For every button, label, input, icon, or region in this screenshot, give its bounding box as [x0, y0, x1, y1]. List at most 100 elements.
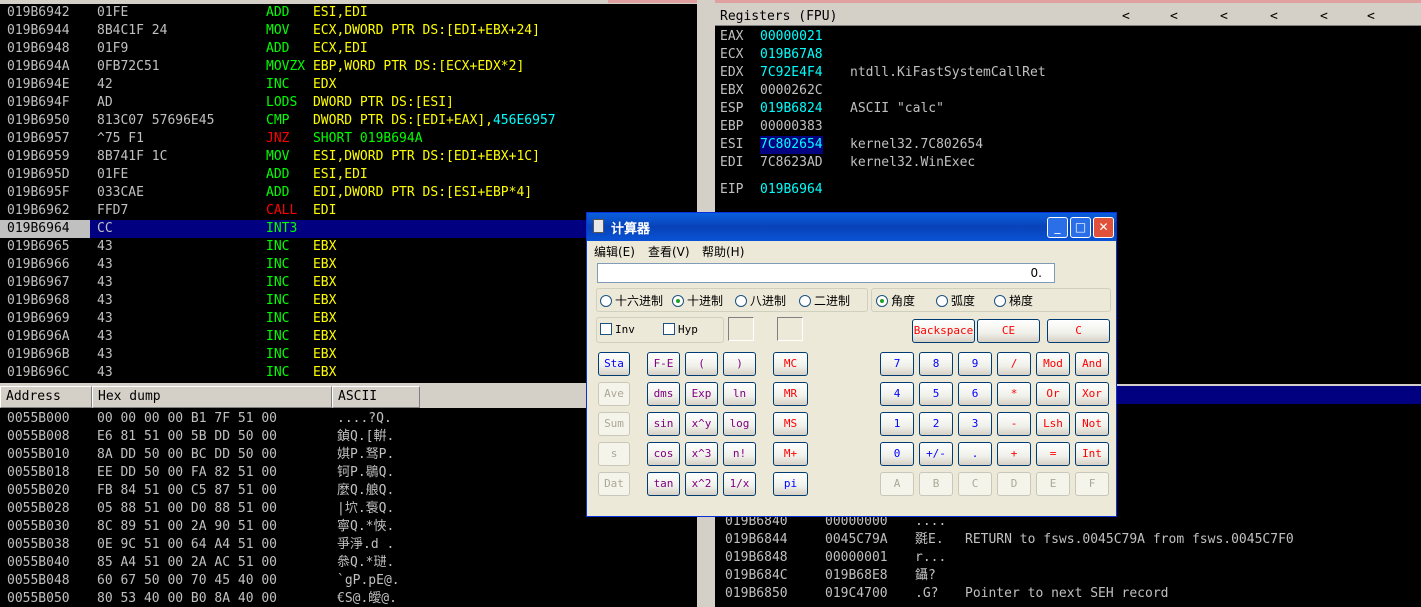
disasm-address: 019B696A: [7, 329, 70, 344]
angle-radio[interactable]: 角度: [876, 292, 915, 309]
menu-edit[interactable]: 编辑(E): [594, 243, 635, 260]
keypad-button[interactable]: Or: [1036, 382, 1070, 406]
angle-radio[interactable]: 梯度: [994, 292, 1033, 309]
scientific-button[interactable]: sin: [647, 412, 680, 436]
keypad-button[interactable]: Xor: [1075, 382, 1109, 406]
radix-radio[interactable]: 十六进制: [600, 292, 663, 309]
clear-button[interactable]: C: [1047, 319, 1110, 343]
disasm-row[interactable]: 019B6948 01F9 ADD ECX,EDI: [0, 40, 697, 58]
memory-button[interactable]: M+: [773, 442, 808, 466]
keypad-button[interactable]: =: [1036, 442, 1070, 466]
keypad-button[interactable]: 1: [880, 412, 914, 436]
calculator-window[interactable]: 计算器 _ □ ✕ 编辑(E) 查看(V) 帮助(H) 0. 十六进制 十进制 八进…: [586, 212, 1117, 517]
scientific-button[interactable]: 1/x: [723, 472, 756, 496]
keypad-button[interactable]: .: [958, 442, 992, 466]
scientific-button[interactable]: (: [685, 352, 718, 376]
disasm-row[interactable]: 019B6959 8B741F 1C MOV ESI,DWORD PTR DS:[E…: [0, 148, 697, 166]
register-scroll-arrow[interactable]: <: [1220, 8, 1228, 26]
register-value[interactable]: 7C8623AD: [760, 154, 823, 172]
scientific-button[interactable]: x^3: [685, 442, 718, 466]
minimize-button[interactable]: _: [1047, 217, 1068, 238]
scientific-button[interactable]: cos: [647, 442, 680, 466]
disasm-row[interactable]: 019B694E 42 INC EDX: [0, 76, 697, 94]
scientific-button[interactable]: dms: [647, 382, 680, 406]
radix-radio[interactable]: 八进制: [735, 292, 786, 309]
register-value[interactable]: 0000262C: [760, 82, 823, 100]
register-value[interactable]: 00000383: [760, 118, 823, 136]
column-header-address[interactable]: Address: [0, 386, 92, 408]
disasm-address: 019B695D: [7, 167, 70, 182]
maximize-button[interactable]: □: [1070, 217, 1091, 238]
column-header-ascii[interactable]: ASCII: [332, 386, 420, 408]
calculator-title-bar[interactable]: 计算器 _ □ ✕: [587, 213, 1116, 241]
menu-help[interactable]: 帮助(H): [702, 243, 744, 260]
disasm-instruction: ADD ECX,EDI: [266, 40, 368, 58]
keypad-button[interactable]: Int: [1075, 442, 1109, 466]
dump-hex: EE DD 50 00 FA 82 51 00: [97, 465, 278, 480]
stat-button[interactable]: Sta: [598, 352, 630, 376]
register-scroll-arrow[interactable]: <: [1270, 8, 1278, 26]
register-scroll-arrow[interactable]: <: [1320, 8, 1328, 26]
disasm-row[interactable]: 019B6957 ^75 F1 JNZ SHORT 019B694A: [0, 130, 697, 148]
register-scroll-arrow[interactable]: <: [1367, 8, 1375, 26]
keypad-button[interactable]: 8: [919, 352, 953, 376]
register-value[interactable]: 019B6824: [760, 100, 823, 118]
function-checkbox[interactable]: Hyp: [663, 323, 698, 336]
scientific-button[interactable]: ln: [723, 382, 756, 406]
keypad-button[interactable]: 9: [958, 352, 992, 376]
disasm-row[interactable]: 019B694A 0FB72C51 MOVZX EBP,WORD PTR DS:[E…: [0, 58, 697, 76]
memory-button[interactable]: MC: [773, 352, 808, 376]
clear-button[interactable]: CE: [977, 319, 1040, 343]
register-value[interactable]: 019B6964: [760, 181, 823, 199]
register-scroll-arrow[interactable]: <: [1170, 8, 1178, 26]
radix-radio[interactable]: 二进制: [799, 292, 850, 309]
column-header-hex[interactable]: Hex dump: [92, 386, 332, 408]
scientific-button[interactable]: n!: [723, 442, 756, 466]
keypad-button[interactable]: 6: [958, 382, 992, 406]
keypad-button[interactable]: And: [1075, 352, 1109, 376]
keypad-button[interactable]: 5: [919, 382, 953, 406]
dump-address: 0055B038: [7, 537, 70, 552]
scientific-button[interactable]: ): [723, 352, 756, 376]
memory-button[interactable]: pi: [773, 472, 808, 496]
clear-button[interactable]: Backspace: [912, 319, 975, 343]
keypad-button[interactable]: Mod: [1036, 352, 1070, 376]
close-button[interactable]: ✕: [1093, 217, 1114, 238]
register-value[interactable]: 019B67A8: [760, 46, 823, 64]
keypad-button[interactable]: Not: [1075, 412, 1109, 436]
menu-view[interactable]: 查看(V): [648, 243, 690, 260]
register-value[interactable]: 00000021: [760, 28, 823, 46]
calculator-display[interactable]: 0.: [597, 263, 1055, 283]
register-scroll-arrow[interactable]: <: [1122, 8, 1130, 26]
scientific-button[interactable]: x^y: [685, 412, 718, 436]
register-value[interactable]: 7C802654: [760, 136, 823, 154]
function-checkbox[interactable]: Inv: [600, 323, 635, 336]
keypad-button[interactable]: /: [997, 352, 1031, 376]
keypad-button[interactable]: +/-: [919, 442, 953, 466]
scientific-button[interactable]: tan: [647, 472, 680, 496]
disasm-row[interactable]: 019B6942 01FE ADD ESI,EDI: [0, 4, 697, 22]
keypad-button[interactable]: 4: [880, 382, 914, 406]
memory-button[interactable]: MR: [773, 382, 808, 406]
angle-radio[interactable]: 弧度: [936, 292, 975, 309]
keypad-button[interactable]: Lsh: [1036, 412, 1070, 436]
radix-radio[interactable]: 十进制: [672, 292, 723, 309]
keypad-button[interactable]: 7: [880, 352, 914, 376]
keypad-button[interactable]: -: [997, 412, 1031, 436]
scientific-button[interactable]: log: [723, 412, 756, 436]
scientific-button[interactable]: x^2: [685, 472, 718, 496]
disasm-row[interactable]: 019B695F 033CAE ADD EDI,DWORD PTR DS:[ESI+…: [0, 184, 697, 202]
keypad-button[interactable]: 3: [958, 412, 992, 436]
disasm-row[interactable]: 019B6950 813C07 57696E45 CMP DWORD PTR DS:…: [0, 112, 697, 130]
disasm-row[interactable]: 019B6944 8B4C1F 24 MOV ECX,DWORD PTR DS:[E…: [0, 22, 697, 40]
scientific-button[interactable]: Exp: [685, 382, 718, 406]
disasm-row[interactable]: 019B695D 01FE ADD ESI,EDI: [0, 166, 697, 184]
register-value[interactable]: 7C92E4F4: [760, 64, 823, 82]
keypad-button[interactable]: +: [997, 442, 1031, 466]
memory-button[interactable]: MS: [773, 412, 808, 436]
disasm-row[interactable]: 019B694F AD LODS DWORD PTR DS:[ESI]: [0, 94, 697, 112]
scientific-button[interactable]: F-E: [647, 352, 680, 376]
keypad-button[interactable]: 2: [919, 412, 953, 436]
keypad-button[interactable]: *: [997, 382, 1031, 406]
keypad-button[interactable]: 0: [880, 442, 914, 466]
